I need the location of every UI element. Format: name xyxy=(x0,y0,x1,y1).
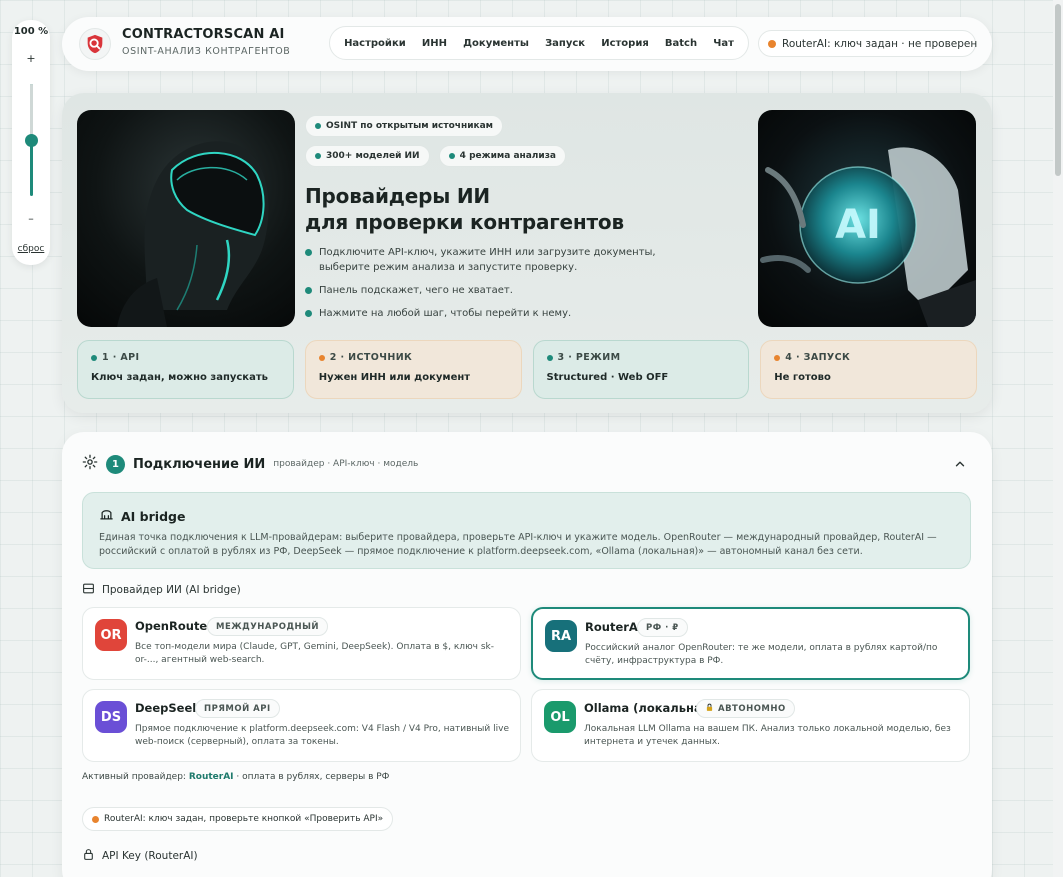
hero-bullet: Нажмите на любой шаг, чтобы перейти к не… xyxy=(305,306,685,321)
step-dot-icon xyxy=(774,354,781,361)
provider-description: Локальная LLM Ollama на вашем ПК. Анализ… xyxy=(584,724,951,747)
provider-name: RouterAI xyxy=(585,620,643,634)
provider-description: Прямое подключение к platform.deepseek.c… xyxy=(135,724,509,747)
section-number-badge: 1 xyxy=(106,454,125,474)
active-provider-name: RouterAI xyxy=(188,772,234,782)
nav-batch[interactable]: Batch xyxy=(665,38,697,49)
nav-inn[interactable]: ИНН xyxy=(422,38,447,49)
page-scrollbar[interactable] xyxy=(1053,0,1063,877)
api-key-header: API Key (RouterAI) xyxy=(82,848,198,864)
android-helmet-image xyxy=(77,110,295,327)
provider-badge: DS xyxy=(95,701,127,733)
progress-steps: 1 · API Ключ задан, можно запускать 2 · … xyxy=(77,340,977,399)
api-key-status-pill: RouterAI: ключ задан, проверьте кнопкой … xyxy=(82,807,394,831)
zoom-widget: 100 % + – сброс xyxy=(12,20,50,265)
provider-card-routerai[interactable]: RA RouterAI РФ · ₽ Российский аналог Ope… xyxy=(531,607,970,680)
provider-chip: РФ · ₽ xyxy=(637,618,688,637)
lock-icon xyxy=(705,703,714,715)
tag-models: 300+ моделей ИИ xyxy=(305,145,430,167)
chevron-up-icon[interactable] xyxy=(953,456,967,475)
hero-instructions: Подключите API-ключ, укажите ИНН или заг… xyxy=(305,245,685,329)
bullet-dot-icon xyxy=(305,310,312,317)
nav-history[interactable]: История xyxy=(601,38,649,49)
provider-name: Ollama (локальная) xyxy=(584,701,715,715)
provider-description: Все топ-модели мира (Claude, GPT, Gemini… xyxy=(135,642,494,665)
zoom-in-button[interactable]: + xyxy=(12,52,50,65)
scrollbar-thumb[interactable] xyxy=(1055,4,1061,176)
tag-dot-icon xyxy=(448,153,455,159)
provider-card-openrouter[interactable]: OR OpenRouter МЕЖДУНАРОДНЫЙ Все топ-моде… xyxy=(82,607,521,680)
bridge-title: AI bridge xyxy=(121,508,186,524)
main-nav: Настройки ИНН Документы Запуск История B… xyxy=(329,26,749,60)
zoom-slider-track-upper xyxy=(30,84,33,140)
svg-text:AI: AI xyxy=(835,202,881,248)
bullet-dot-icon xyxy=(305,249,312,256)
ai-connection-panel: 1 Подключение ИИ провайдер · API-ключ · … xyxy=(62,432,992,877)
nav-chat[interactable]: Чат xyxy=(713,38,734,49)
zoom-reset-link[interactable]: сброс xyxy=(12,244,50,254)
provider-badge: RA xyxy=(545,620,577,652)
bridge-icon xyxy=(99,507,114,525)
section-title: Подключение ИИ xyxy=(133,456,266,472)
providers-header: Провайдер ИИ (AI bridge) xyxy=(82,582,241,598)
bridge-description: Единая точка подключения к LLM-провайдер… xyxy=(99,532,937,557)
nav-settings[interactable]: Настройки xyxy=(344,38,406,49)
provider-badge: OR xyxy=(95,619,127,651)
step-mode[interactable]: 3 · РЕЖИМ Structured · Web OFF xyxy=(532,340,750,399)
ai-bridge-info: AI bridge Единая точка подключения к LLM… xyxy=(82,492,971,569)
tag-dot-icon xyxy=(315,153,321,159)
zoom-slider-handle[interactable] xyxy=(25,134,38,147)
provider-status-pill[interactable]: RouterAI: ключ задан · не проверен xyxy=(758,30,978,57)
shield-search-logo-icon xyxy=(79,28,111,60)
status-dot-icon xyxy=(768,39,776,48)
lock-icon xyxy=(82,848,95,864)
step-dot-icon xyxy=(91,354,97,361)
provider-chip: МЕЖДУНАРОДНЫЙ xyxy=(207,617,329,636)
hero-tags: OSINT по открытым источникам 300+ моделе… xyxy=(305,115,635,175)
brand-title: CONTRACTORSCAN AI xyxy=(122,27,285,42)
ai-sphere-hand-image: AI xyxy=(758,110,976,327)
brand-subtitle: OSINT-АНАЛИЗ КОНТРАГЕНТОВ xyxy=(122,46,291,57)
provider-name: OpenRouter xyxy=(135,619,213,633)
step-dot-icon xyxy=(546,354,553,361)
provider-card-ollama[interactable]: OL Ollama (локальная) АВТОНОМНО Локальна… xyxy=(531,689,970,762)
bullet-dot-icon xyxy=(305,287,312,294)
zoom-out-button[interactable]: – xyxy=(12,212,50,225)
step-launch[interactable]: 4 · ЗАПУСК Не готово xyxy=(760,340,977,399)
hero-bullet: Подключите API-ключ, укажите ИНН или заг… xyxy=(305,245,685,275)
server-icon xyxy=(82,582,95,598)
app-header: CONTRACTORSCAN AI OSINT-АНАЛИЗ КОНТРАГЕН… xyxy=(62,17,992,71)
provider-name: DeepSeek xyxy=(135,701,200,715)
section-header[interactable]: 1 Подключение ИИ провайдер · API-ключ · … xyxy=(82,454,418,474)
nav-launch[interactable]: Запуск xyxy=(545,38,585,49)
step-api[interactable]: 1 · API Ключ задан, можно запускать xyxy=(77,340,294,399)
provider-chip: АВТОНОМНО xyxy=(696,699,795,718)
active-provider-line: Активный провайдер: RouterAI · оплата в … xyxy=(82,772,390,782)
status-dot-icon xyxy=(92,815,99,823)
tag-osint: OSINT по открытым источникам xyxy=(305,115,504,137)
zoom-level: 100 % xyxy=(13,26,49,37)
nav-documents[interactable]: Документы xyxy=(463,38,529,49)
hero-bullet: Панель подскажет, чего не хватает. xyxy=(305,283,685,298)
provider-chip: ПРЯМОЙ API xyxy=(195,699,280,718)
provider-card-deepseek[interactable]: DS DeepSeek ПРЯМОЙ API Прямое подключени… xyxy=(82,689,521,762)
provider-description: Российский аналог OpenRouter: те же моде… xyxy=(585,643,938,666)
provider-status-text: RouterAI: ключ задан · не проверен xyxy=(782,37,978,50)
hero-section: OSINT по открытым источникам 300+ моделе… xyxy=(62,93,992,413)
step-source[interactable]: 2 · ИСТОЧНИК Нужен ИНН или документ xyxy=(304,340,522,399)
gear-icon xyxy=(82,454,98,474)
section-subtitle: провайдер · API-ключ · модель xyxy=(273,459,419,469)
provider-badge: OL xyxy=(544,701,576,733)
tag-dot-icon xyxy=(315,123,321,129)
hero-title: Провайдеры ИИ для проверки контрагентов xyxy=(305,184,624,234)
step-dot-icon xyxy=(318,354,325,361)
tag-modes: 4 режима анализа xyxy=(438,145,567,167)
